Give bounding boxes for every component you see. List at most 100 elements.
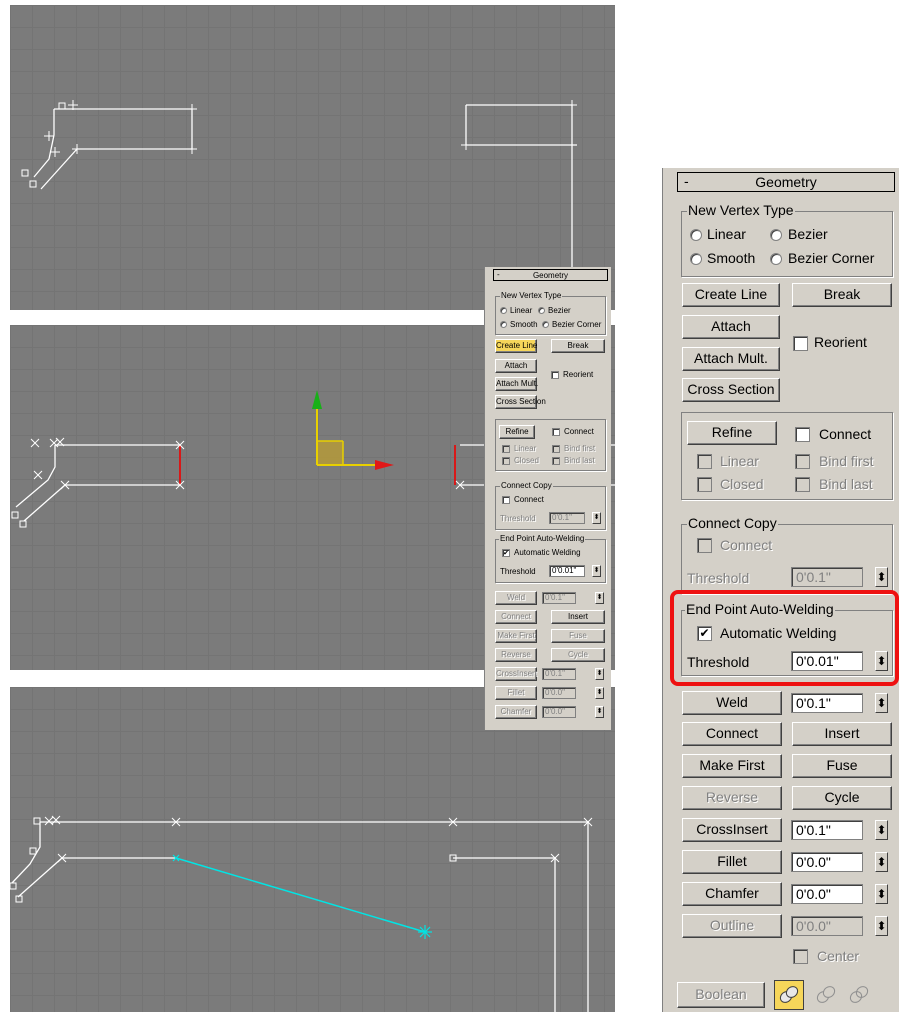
connect-checkbox[interactable] [795, 427, 810, 442]
reorient-checkbox[interactable] [551, 371, 559, 379]
subtraction-icon[interactable] [812, 981, 840, 1009]
radio-linear[interactable] [500, 307, 507, 314]
insert-button[interactable]: Insert [551, 610, 605, 624]
cycle-button[interactable]: Cycle [551, 648, 605, 662]
bind-last-checkbox[interactable] [795, 477, 810, 492]
auto-weld-threshold-field[interactable]: 0'0.01" [549, 565, 585, 577]
bind-last-checkbox[interactable] [552, 457, 560, 465]
fillet-button[interactable]: Fillet [682, 850, 782, 874]
connect-button[interactable]: Connect [682, 722, 782, 746]
refine-button[interactable]: Refine [687, 421, 777, 445]
threshold-label: Threshold [500, 514, 536, 523]
gizmo-y-arrow [312, 390, 322, 409]
automatic-welding-checkbox[interactable]: ✔ [502, 549, 510, 557]
reorient-checkbox[interactable] [793, 336, 808, 351]
weld-field[interactable]: 0'0.1" [542, 592, 576, 604]
create-line-button[interactable]: Create Line [495, 339, 537, 353]
chamfer-field[interactable]: 0'0.0" [791, 884, 863, 904]
connect-button[interactable]: Connect [495, 610, 537, 624]
linear-checkbox[interactable] [502, 445, 510, 453]
cross-section-button[interactable]: Cross Section [682, 378, 780, 402]
cycle-button[interactable]: Cycle [792, 786, 892, 810]
connect-checkbox[interactable] [552, 428, 560, 436]
auto-weld-spinner[interactable]: ⬍ [592, 565, 601, 577]
closed-checkbox[interactable] [502, 457, 510, 465]
panel-scrollbar[interactable] [484, 267, 490, 730]
radio-smooth[interactable] [500, 321, 507, 328]
fillet-spinner[interactable]: ⬍ [875, 852, 888, 872]
center-checkbox[interactable] [793, 949, 808, 964]
connect-copy-checkbox[interactable] [697, 538, 712, 553]
fillet-spinner[interactable]: ⬍ [595, 687, 604, 699]
fillet-field[interactable]: 0'0.0" [791, 852, 863, 872]
make-first-button[interactable]: Make First [495, 629, 537, 643]
crossinsert-spinner[interactable]: ⬍ [875, 820, 888, 840]
make-first-button[interactable]: Make First [682, 754, 782, 778]
connect-label: Connect [564, 427, 594, 436]
intersection-icon[interactable] [845, 981, 873, 1009]
attach-mult-button[interactable]: Attach Mult. [682, 347, 780, 371]
chamfer-button[interactable]: Chamfer [682, 882, 782, 906]
rollout-header[interactable]: - Geometry [677, 172, 895, 192]
radio-smooth[interactable] [690, 253, 702, 265]
outline-spinner[interactable]: ⬍ [875, 916, 888, 936]
outline-field[interactable]: 0'0.0" [791, 916, 863, 936]
crossinsert-button[interactable]: CrossInsert [495, 667, 537, 681]
spline-drawing-1 [21, 100, 577, 310]
chamfer-spinner[interactable]: ⬍ [595, 706, 604, 718]
closed-checkbox[interactable] [697, 477, 712, 492]
weld-field[interactable]: 0'0.1" [791, 693, 863, 713]
bind-first-checkbox[interactable] [552, 445, 560, 453]
viewport-top[interactable] [10, 5, 615, 310]
attach-mult-button[interactable]: Attach Mult. [495, 377, 538, 391]
chamfer-field[interactable]: 0'0.0" [542, 706, 576, 718]
weld-button[interactable]: Weld [495, 591, 537, 605]
panel-scrollbar[interactable] [662, 168, 672, 1012]
connect-copy-checkbox[interactable] [502, 496, 510, 504]
weld-spinner[interactable]: ⬍ [875, 693, 888, 713]
connect-copy-threshold-field[interactable]: 0'0.1" [791, 567, 863, 587]
connect-copy-group: Connect Copy Connect Threshold 0'0.1" ⬍ [495, 481, 606, 530]
radio-linear[interactable] [690, 229, 702, 241]
linear-checkbox[interactable] [697, 454, 712, 469]
create-line-button[interactable]: Create Line [682, 283, 780, 307]
reverse-button[interactable]: Reverse [495, 648, 537, 662]
boolean-button[interactable]: Boolean [677, 982, 765, 1008]
radio-bezier[interactable] [770, 229, 782, 241]
fuse-button[interactable]: Fuse [792, 754, 892, 778]
radio-bezier-corner[interactable] [770, 253, 782, 265]
fillet-field[interactable]: 0'0.0" [542, 687, 576, 699]
radio-bezier-label: Bezier [788, 226, 828, 242]
outline-button[interactable]: Outline [682, 914, 782, 938]
connect-copy-threshold-field[interactable]: 0'0.1" [549, 512, 585, 524]
cross-section-button[interactable]: Cross Section [495, 395, 546, 409]
crossinsert-spinner[interactable]: ⬍ [595, 668, 604, 680]
crossinsert-button[interactable]: CrossInsert [682, 818, 782, 842]
threshold-label: Threshold [500, 567, 536, 576]
chamfer-spinner[interactable]: ⬍ [875, 884, 888, 904]
refine-button[interactable]: Refine [499, 425, 535, 439]
radio-bezier[interactable] [538, 307, 545, 314]
attach-button[interactable]: Attach [495, 359, 537, 373]
fuse-button[interactable]: Fuse [551, 629, 605, 643]
weld-button[interactable]: Weld [682, 691, 782, 715]
radio-bezier-corner-label: Bezier Corner [788, 250, 875, 266]
crossinsert-field[interactable]: 0'0.1" [791, 820, 863, 840]
break-button[interactable]: Break [551, 339, 605, 353]
chamfer-button[interactable]: Chamfer [495, 705, 537, 719]
connect-copy-spinner[interactable]: ⬍ [875, 567, 888, 587]
crossinsert-field[interactable]: 0'0.1" [542, 668, 576, 680]
rollout-header[interactable]: - Geometry [493, 269, 608, 281]
break-button[interactable]: Break [792, 283, 892, 307]
insert-button[interactable]: Insert [792, 722, 892, 746]
reverse-button[interactable]: Reverse [682, 786, 782, 810]
boolean-union-button[interactable] [774, 980, 804, 1010]
fillet-button[interactable]: Fillet [495, 686, 537, 700]
bind-first-checkbox[interactable] [795, 454, 810, 469]
viewport-bottom[interactable] [10, 687, 615, 1012]
highlight-box [670, 590, 899, 686]
radio-bezier-corner[interactable] [542, 321, 549, 328]
weld-spinner[interactable]: ⬍ [595, 592, 604, 604]
attach-button[interactable]: Attach [682, 315, 780, 339]
connect-copy-spinner[interactable]: ⬍ [592, 512, 601, 524]
